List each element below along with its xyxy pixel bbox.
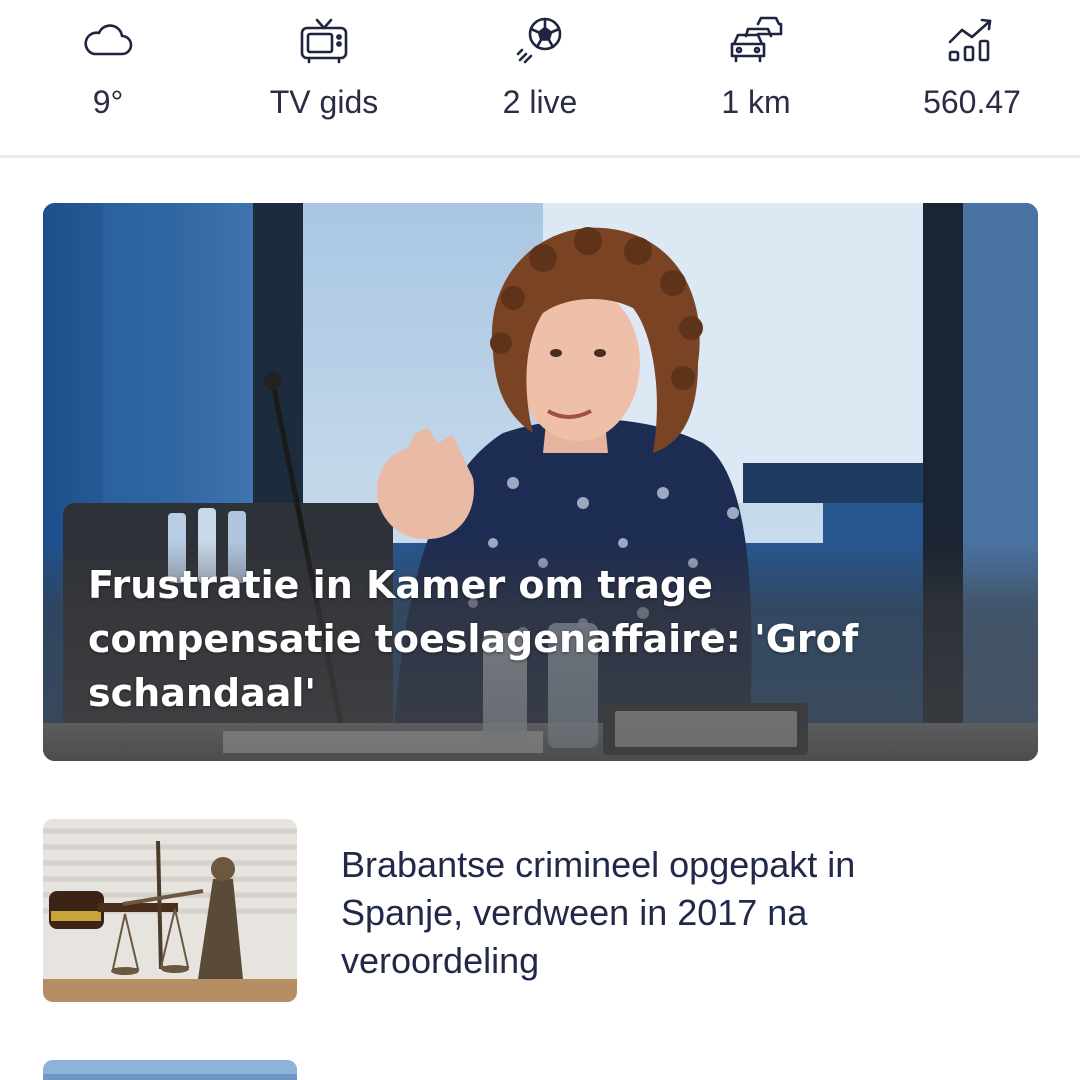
weather-widget[interactable]: 9° [0, 0, 216, 155]
stock-index-value: 560.47 [923, 84, 1021, 120]
tv-icon [296, 14, 352, 66]
live-sports-widget[interactable]: 2 live [432, 0, 648, 155]
widget-bar: 9° TV gids 2 live 1 km 560.47 [0, 0, 1080, 158]
hero-headline: Frustratie in Kamer om trage compensatie… [88, 563, 859, 715]
article-thumbnail-partial[interactable] [43, 1060, 297, 1080]
traffic-cars-icon [728, 14, 784, 66]
weather-temperature: 9° [92, 84, 124, 120]
stock-widget[interactable]: 560.47 [864, 0, 1080, 155]
stock-chart-icon [944, 14, 1000, 66]
tv-guide-widget[interactable]: TV gids [216, 0, 432, 155]
traffic-widget[interactable]: 1 km [648, 0, 864, 155]
cloud-icon [80, 14, 136, 66]
hero-article[interactable]: Frustratie in Kamer om trage compensatie… [43, 203, 1038, 761]
list-item[interactable]: Brabantse crimineel opgepakt in Spanje, … [43, 819, 1038, 1004]
soccer-ball-icon [512, 14, 568, 66]
traffic-jam-length: 1 km [721, 84, 791, 120]
article-thumbnail [43, 819, 297, 1002]
live-matches-count: 2 live [502, 84, 578, 120]
article-headline: Brabantse crimineel opgepakt in Spanje, … [341, 844, 856, 981]
tv-guide-label: TV gids [269, 84, 379, 120]
